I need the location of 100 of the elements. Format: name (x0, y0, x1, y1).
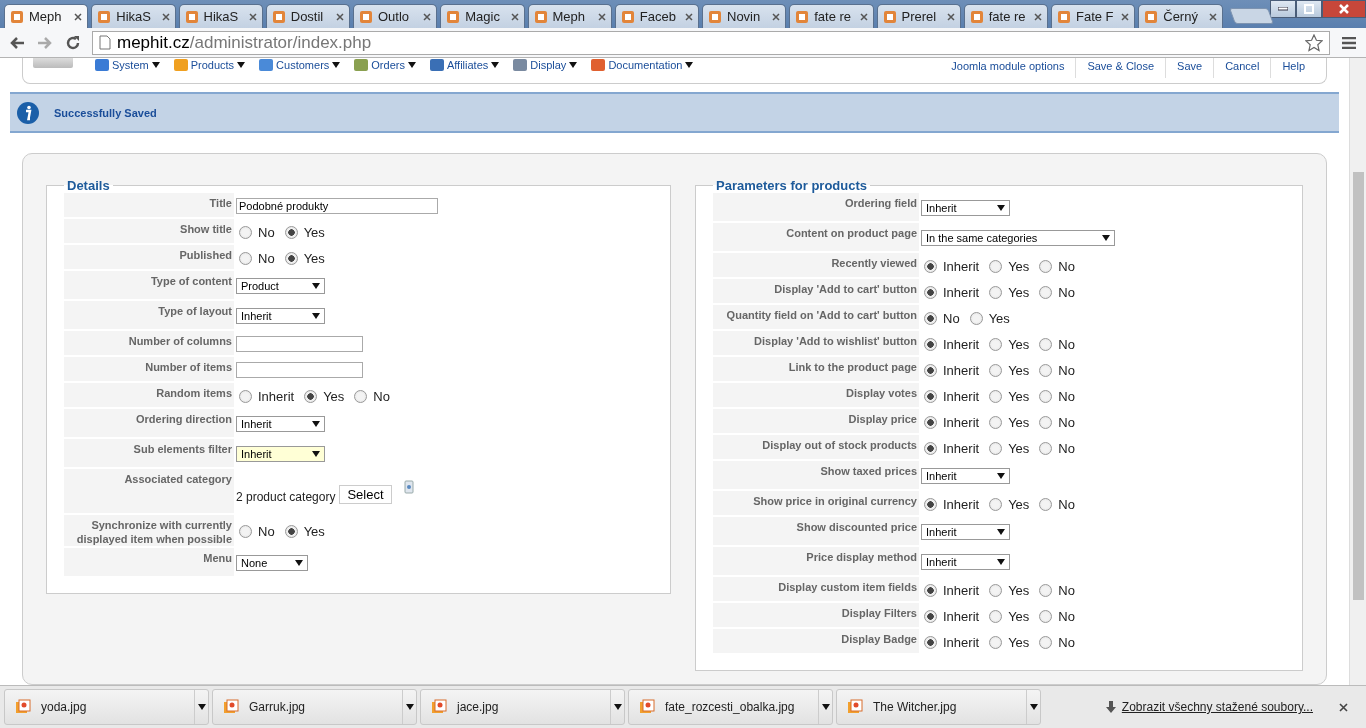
browser-tab[interactable]: Černý (1138, 4, 1223, 28)
text-field[interactable] (236, 362, 363, 378)
text-field[interactable]: Podobné produkty (236, 198, 438, 214)
dropdown[interactable]: Inherit (921, 554, 1010, 570)
radio-button[interactable] (989, 441, 1003, 455)
close-icon[interactable] (685, 12, 693, 21)
scrollbar-thumb[interactable] (1352, 172, 1364, 600)
select-button[interactable]: Select (339, 484, 392, 504)
radio-button[interactable] (1039, 635, 1053, 649)
browser-tab[interactable]: Dostil (265, 4, 350, 28)
radio-button[interactable] (1039, 441, 1053, 455)
radio-button[interactable] (924, 497, 937, 511)
radio-button[interactable] (924, 441, 937, 455)
radio-button[interactable] (989, 583, 1003, 597)
reload-icon[interactable] (65, 34, 81, 51)
close-icon[interactable] (423, 12, 432, 21)
dropdown[interactable]: Inherit (236, 416, 325, 432)
address-bar[interactable]: mephit.cz/administrator/index.php (92, 30, 1330, 55)
radio-button[interactable] (1039, 389, 1053, 403)
menu-item[interactable]: Documentation (591, 58, 694, 72)
radio-button[interactable] (239, 251, 252, 265)
menu-item[interactable]: Products (173, 58, 246, 72)
browser-tab[interactable]: Novin (702, 4, 787, 28)
radio-button[interactable] (924, 259, 937, 273)
dropdown[interactable]: Inherit (921, 200, 1010, 216)
dropdown[interactable]: Inherit (236, 446, 325, 462)
radio-button[interactable] (989, 609, 1003, 623)
radio-button[interactable] (1039, 363, 1053, 377)
close-icon[interactable] (1339, 702, 1348, 712)
browser-tab[interactable]: HikaS (178, 4, 263, 28)
trash-icon[interactable] (403, 478, 414, 494)
download-item[interactable]: jace.jpg (420, 689, 625, 725)
radio-button[interactable] (989, 389, 1003, 403)
radio-button[interactable] (924, 635, 937, 649)
radio-button[interactable] (1039, 337, 1053, 351)
close-icon[interactable] (1034, 12, 1042, 21)
radio-button[interactable] (1039, 583, 1053, 597)
radio-button[interactable] (1039, 609, 1053, 623)
radio-button[interactable] (924, 311, 937, 325)
radio-button[interactable] (239, 389, 252, 403)
radio-button[interactable] (924, 389, 937, 403)
radio-button[interactable] (924, 363, 937, 377)
radio-button[interactable] (304, 389, 318, 403)
radio-button[interactable] (284, 225, 298, 239)
close-icon[interactable] (510, 12, 519, 21)
browser-tab[interactable]: fate re (789, 4, 874, 28)
close-icon[interactable] (597, 12, 606, 21)
toolbar-button[interactable]: Save (1165, 58, 1214, 78)
close-icon[interactable] (1208, 12, 1217, 21)
radio-button[interactable] (1039, 259, 1053, 273)
radio-button[interactable] (989, 635, 1003, 649)
radio-button[interactable] (284, 525, 298, 538)
toolbar-button[interactable]: Save & Close (1075, 58, 1166, 78)
radio-button[interactable] (1039, 497, 1053, 511)
close-icon[interactable] (336, 12, 344, 21)
download-item[interactable]: The Witcher.jpg (836, 689, 1041, 725)
toolbar-button[interactable]: Help (1270, 58, 1316, 78)
dropdown[interactable]: In the same categories (921, 230, 1115, 246)
close-icon[interactable] (946, 12, 955, 21)
radio-button[interactable] (1039, 285, 1053, 299)
menu-item[interactable]: Customers (259, 58, 341, 72)
download-item[interactable]: fate_rozcesti_obalka.jpg (628, 689, 833, 725)
browser-tab[interactable]: Fate F (1051, 4, 1136, 28)
close-icon[interactable] (161, 12, 170, 21)
browser-tab[interactable]: Prerel (876, 4, 961, 28)
show-all-downloads-link[interactable]: Zobrazit všechny stažené soubory... (1121, 700, 1313, 714)
close-icon[interactable] (74, 12, 83, 21)
radio-button[interactable] (989, 337, 1003, 351)
toolbar-button[interactable]: Joomla module options (940, 58, 1076, 78)
menu-item[interactable]: Orders (354, 58, 416, 72)
radio-button[interactable] (239, 525, 252, 538)
browser-tab[interactable]: Outlo (353, 4, 438, 28)
new-tab-button[interactable] (1228, 8, 1273, 24)
browser-tab[interactable]: Meph (4, 4, 89, 28)
dropdown[interactable]: Inherit (236, 308, 325, 324)
radio-button[interactable] (989, 285, 1003, 299)
browser-tab[interactable]: Magic (440, 4, 525, 28)
close-icon[interactable] (772, 12, 781, 21)
dropdown[interactable]: None (236, 555, 308, 571)
dropdown[interactable]: Inherit (921, 524, 1010, 540)
radio-button[interactable] (924, 415, 937, 429)
radio-button[interactable] (989, 415, 1003, 429)
radio-button[interactable] (284, 251, 298, 265)
back-icon[interactable] (9, 35, 25, 50)
radio-button[interactable] (924, 285, 937, 299)
download-item[interactable]: Garruk.jpg (212, 689, 417, 725)
close-icon[interactable] (859, 12, 868, 21)
radio-button[interactable] (989, 497, 1003, 511)
radio-button[interactable] (1039, 415, 1053, 429)
menu-item[interactable]: Display (513, 58, 578, 72)
toolbar-button[interactable]: Cancel (1213, 58, 1271, 78)
menu-item[interactable]: System (95, 58, 160, 72)
menu-item[interactable]: Affiliates (429, 58, 500, 72)
dropdown[interactable]: Inherit (921, 468, 1010, 484)
text-field[interactable] (236, 336, 363, 352)
scrollbar[interactable] (1349, 58, 1366, 685)
radio-button[interactable] (989, 363, 1003, 377)
browser-tab[interactable]: HikaS (91, 4, 176, 28)
dropdown[interactable]: Product (236, 278, 325, 294)
radio-button[interactable] (989, 259, 1003, 273)
